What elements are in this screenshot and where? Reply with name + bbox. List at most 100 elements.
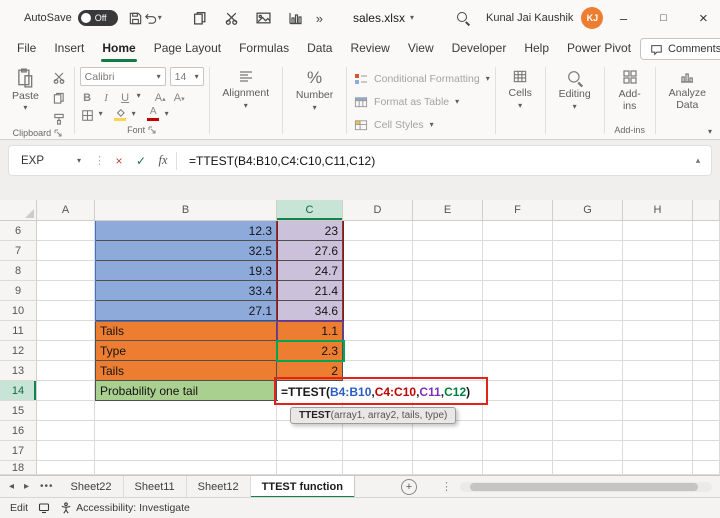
cell-E6[interactable] xyxy=(413,221,483,241)
underline-chevron-icon[interactable] xyxy=(137,92,141,100)
cell-F18[interactable] xyxy=(483,461,553,475)
cell-E7[interactable] xyxy=(413,241,483,261)
font-size-select[interactable]: 14 xyxy=(169,67,204,86)
cell-B17[interactable] xyxy=(95,441,277,461)
cell-A18[interactable] xyxy=(37,461,95,475)
column-header-C[interactable]: C xyxy=(277,200,343,221)
sheet-tab-ttest-function[interactable]: TTEST function xyxy=(250,475,355,498)
alignment-group-button[interactable]: Alignment xyxy=(214,66,277,110)
cell-C14[interactable] xyxy=(277,381,343,401)
cell-D12[interactable] xyxy=(343,341,413,361)
cell-A11[interactable] xyxy=(37,321,95,341)
cell-A16[interactable] xyxy=(37,421,95,441)
cell-A9[interactable] xyxy=(37,281,95,301)
cell-F13[interactable] xyxy=(483,361,553,381)
cell-H15[interactable] xyxy=(623,401,693,421)
conditional-formatting-button[interactable]: Conditional Formatting xyxy=(354,69,490,89)
sheet-nav-right-icon[interactable]: ▸ xyxy=(19,481,34,492)
cell-B6[interactable]: 12.3 xyxy=(95,221,277,241)
minimize-button[interactable]: – xyxy=(603,0,643,36)
editing-group-button[interactable]: Editing xyxy=(551,66,599,111)
cell-B18[interactable] xyxy=(95,461,277,475)
fill-color-button[interactable] xyxy=(113,106,128,122)
tab-developer[interactable]: Developer xyxy=(443,36,516,62)
cell-D18[interactable] xyxy=(343,461,413,475)
cell-E17[interactable] xyxy=(413,441,483,461)
sheet-list-icon[interactable]: ••• xyxy=(40,481,54,492)
cell-H12[interactable] xyxy=(623,341,693,361)
save-button[interactable] xyxy=(128,5,143,31)
picture-button[interactable] xyxy=(252,5,276,31)
cell-G10[interactable] xyxy=(553,301,623,321)
cell-C8[interactable]: 24.7 xyxy=(277,261,343,281)
cell-B11[interactable]: Tails xyxy=(95,321,277,341)
macro-record-button[interactable] xyxy=(38,502,50,514)
row-header-14[interactable]: 14 xyxy=(0,381,37,401)
format-painter-button[interactable] xyxy=(49,110,69,128)
cell-G16[interactable] xyxy=(553,421,623,441)
undo-button[interactable] xyxy=(143,5,158,31)
cell-B7[interactable]: 32.5 xyxy=(95,241,277,261)
cell-A8[interactable] xyxy=(37,261,95,281)
cell-A15[interactable] xyxy=(37,401,95,421)
row-header-10[interactable]: 10 xyxy=(0,301,37,321)
cell-G18[interactable] xyxy=(553,461,623,475)
cell-G7[interactable] xyxy=(553,241,623,261)
increase-font-button[interactable]: A ▴ xyxy=(153,88,168,104)
cell-E18[interactable] xyxy=(413,461,483,475)
cell-H13[interactable] xyxy=(623,361,693,381)
addins-button[interactable]: Add-ins xyxy=(610,66,650,112)
tab-review[interactable]: Review xyxy=(341,36,398,62)
cell-D11[interactable] xyxy=(343,321,413,341)
chart-button[interactable] xyxy=(284,5,308,31)
formula-bar-collapse-button[interactable]: ▴ xyxy=(685,155,711,166)
cell-H16[interactable] xyxy=(623,421,693,441)
document-title[interactable]: sales.xlsx xyxy=(353,11,414,25)
search-button[interactable] xyxy=(456,5,470,31)
cell-E15[interactable] xyxy=(413,401,483,421)
cell-C12[interactable]: 2.3 xyxy=(277,341,343,361)
cell-D13[interactable] xyxy=(343,361,413,381)
cell-C6[interactable]: 23 xyxy=(277,221,343,241)
analyze-data-button[interactable]: Analyze Data xyxy=(661,66,714,111)
column-header-B[interactable]: B xyxy=(95,200,277,221)
horizontal-scrollbar[interactable] xyxy=(460,481,712,492)
cell-D8[interactable] xyxy=(343,261,413,281)
cell-D9[interactable] xyxy=(343,281,413,301)
select-all-corner[interactable] xyxy=(0,200,37,221)
cell-G11[interactable] xyxy=(553,321,623,341)
cell-A14[interactable] xyxy=(37,381,95,401)
formula-bar-input[interactable]: =TTEST(B4:B10,C4:C10,C11,C12) xyxy=(179,154,685,168)
tab-file[interactable]: File xyxy=(8,36,45,62)
tab-formulas[interactable]: Formulas xyxy=(230,36,298,62)
cell-E13[interactable] xyxy=(413,361,483,381)
cell-A17[interactable] xyxy=(37,441,95,461)
cell-E14[interactable] xyxy=(413,381,483,401)
sheet-tab-sheet22[interactable]: Sheet22 xyxy=(60,475,124,498)
cell-B10[interactable]: 27.1 xyxy=(95,301,277,321)
sheet-nav-left-icon[interactable]: ◂ xyxy=(4,481,19,492)
cell-B14[interactable]: Probability one tail xyxy=(95,381,277,401)
cell-F15[interactable] xyxy=(483,401,553,421)
undo-chevron-icon[interactable] xyxy=(158,14,162,22)
cell-F14[interactable] xyxy=(483,381,553,401)
cell-F7[interactable] xyxy=(483,241,553,261)
row-header-12[interactable]: 12 xyxy=(0,341,37,361)
cell-C16[interactable] xyxy=(277,421,343,441)
autosave-toggle[interactable]: AutoSave Off xyxy=(24,10,118,26)
cell-H18[interactable] xyxy=(623,461,693,475)
cell-F16[interactable] xyxy=(483,421,553,441)
column-header-E[interactable]: E xyxy=(413,200,483,221)
row-header-13[interactable]: 13 xyxy=(0,361,37,381)
cell-D15[interactable] xyxy=(343,401,413,421)
cell-F9[interactable] xyxy=(483,281,553,301)
tab-splitter-grip-icon[interactable]: ⋮ xyxy=(441,480,452,493)
scrollbar-thumb[interactable] xyxy=(470,482,698,491)
cell-H17[interactable] xyxy=(623,441,693,461)
cell-E10[interactable] xyxy=(413,301,483,321)
cell-A13[interactable] xyxy=(37,361,95,381)
cut-button[interactable] xyxy=(220,5,244,31)
cell-D7[interactable] xyxy=(343,241,413,261)
formula-bar-grip-icon[interactable]: ⋮ xyxy=(94,154,105,167)
font-color-button[interactable]: A xyxy=(146,106,161,122)
